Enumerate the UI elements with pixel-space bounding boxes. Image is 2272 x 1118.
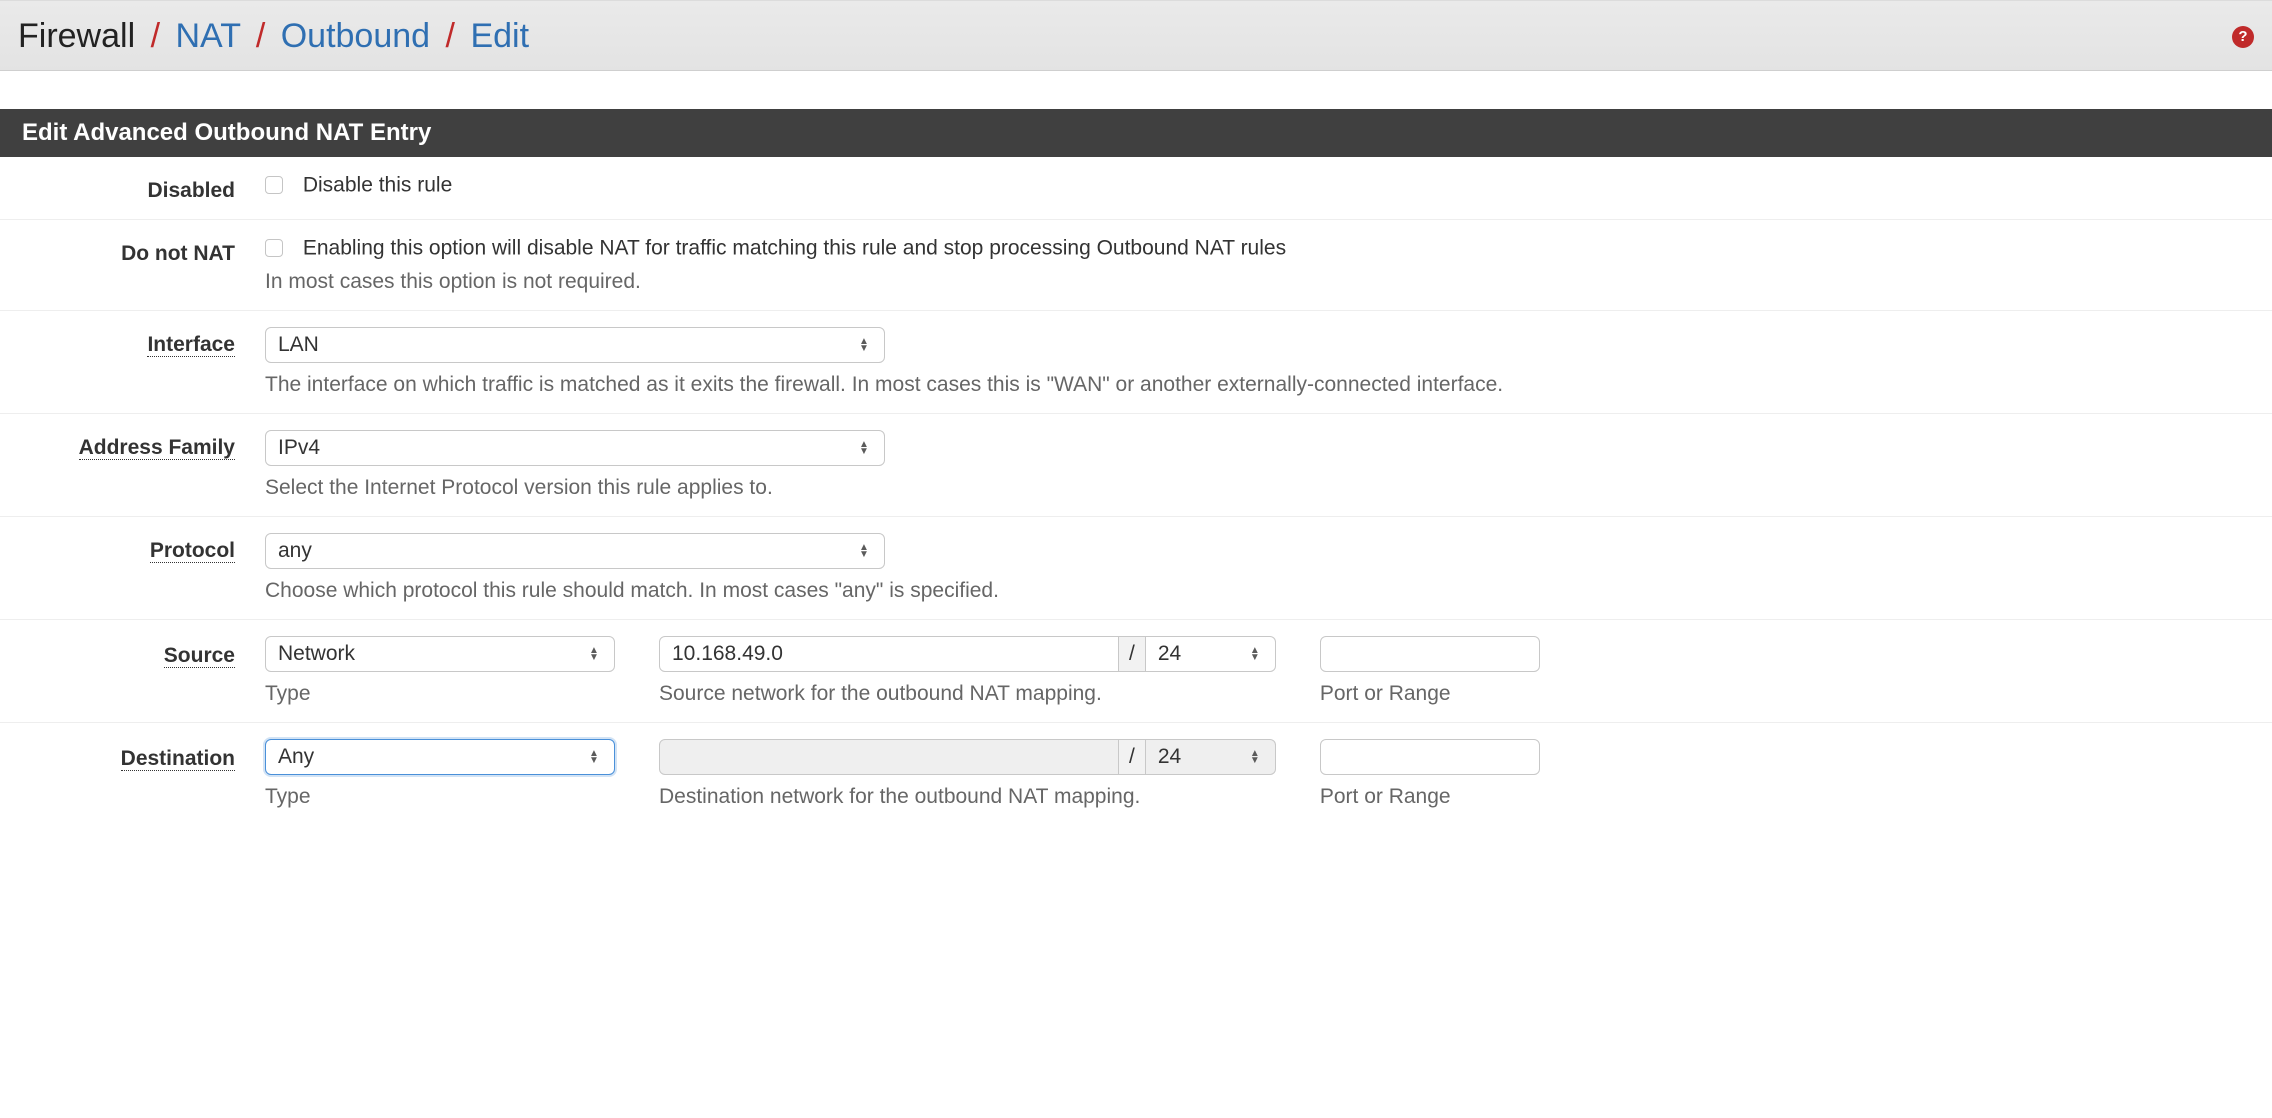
chevron-updown-icon: ▲▼	[856, 441, 872, 455]
select-address-family[interactable]: IPv4 ▲▼	[265, 430, 885, 466]
caption-destination-type: Type	[265, 785, 615, 809]
select-protocol-value: any	[278, 539, 312, 563]
select-source-mask[interactable]: 24 ▲▼	[1146, 636, 1276, 672]
row-disabled: Disabled Disable this rule	[0, 157, 2272, 220]
caption-source-port: Port or Range	[1320, 682, 1540, 706]
breadcrumb-edit[interactable]: Edit	[470, 17, 529, 55]
breadcrumb-sep: /	[250, 17, 271, 55]
input-source-port[interactable]	[1320, 636, 1540, 672]
caption-source-network: Source network for the outbound NAT mapp…	[659, 682, 1276, 706]
spacer	[0, 71, 2272, 109]
label-protocol: Protocol	[150, 539, 235, 563]
select-source-type[interactable]: Network ▲▼	[265, 636, 615, 672]
row-address-family: Address Family IPv4 ▲▼ Select the Intern…	[0, 414, 2272, 517]
help-icon[interactable]: ?	[2232, 26, 2254, 48]
breadcrumb-nat[interactable]: NAT	[175, 17, 240, 55]
input-destination-network	[659, 739, 1119, 775]
select-source-type-value: Network	[278, 642, 355, 666]
slash-addon: /	[1119, 739, 1146, 775]
checkbox-label-donat: Enabling this option will disable NAT fo…	[303, 236, 1286, 259]
help-donat: In most cases this option is not require…	[265, 270, 2248, 294]
chevron-updown-icon: ▲▼	[586, 750, 602, 764]
label-source: Source	[164, 644, 235, 668]
row-donat: Do not NAT Enabling this option will dis…	[0, 220, 2272, 311]
slash-addon: /	[1119, 636, 1146, 672]
select-destination-type-value: Any	[278, 745, 314, 769]
label-interface: Interface	[147, 333, 235, 357]
row-interface: Interface LAN ▲▼ The interface on which …	[0, 311, 2272, 414]
breadcrumb: Firewall / NAT / Outbound / Edit	[18, 17, 529, 56]
row-protocol: Protocol any ▲▼ Choose which protocol th…	[0, 517, 2272, 620]
page-header: Firewall / NAT / Outbound / Edit ?	[0, 0, 2272, 71]
label-destination: Destination	[121, 747, 235, 771]
destination-network-group: / 24 ▲▼	[659, 739, 1276, 775]
select-destination-type[interactable]: Any ▲▼	[265, 739, 615, 775]
checkbox-disable-rule[interactable]	[265, 176, 283, 194]
chevron-updown-icon: ▲▼	[856, 544, 872, 558]
select-interface[interactable]: LAN ▲▼	[265, 327, 885, 363]
chevron-updown-icon: ▲▼	[1247, 647, 1263, 661]
chevron-updown-icon: ▲▼	[856, 338, 872, 352]
label-donat: Do not NAT	[0, 236, 265, 266]
select-protocol[interactable]: any ▲▼	[265, 533, 885, 569]
caption-destination-network: Destination network for the outbound NAT…	[659, 785, 1276, 809]
select-destination-mask-value: 24	[1158, 745, 1181, 769]
help-address-family: Select the Internet Protocol version thi…	[265, 476, 2248, 500]
label-disabled: Disabled	[0, 173, 265, 203]
help-protocol: Choose which protocol this rule should m…	[265, 579, 2248, 603]
source-network-group: / 24 ▲▼	[659, 636, 1276, 672]
checkbox-label-disable-rule: Disable this rule	[303, 173, 452, 196]
checkbox-donat[interactable]	[265, 239, 283, 257]
select-address-family-value: IPv4	[278, 436, 320, 460]
chevron-updown-icon: ▲▼	[1247, 750, 1263, 764]
breadcrumb-outbound[interactable]: Outbound	[281, 17, 430, 55]
help-interface: The interface on which traffic is matche…	[265, 373, 2248, 397]
row-source: Source Network ▲▼ Type / 24 ▲▼ S	[0, 620, 2272, 723]
input-source-network[interactable]	[659, 636, 1119, 672]
breadcrumb-sep: /	[440, 17, 461, 55]
caption-destination-port: Port or Range	[1320, 785, 1540, 809]
help-icon-glyph: ?	[2238, 28, 2247, 45]
row-destination: Destination Any ▲▼ Type / 24 ▲▼	[0, 723, 2272, 825]
breadcrumb-root: Firewall	[18, 17, 135, 55]
caption-source-type: Type	[265, 682, 615, 706]
select-source-mask-value: 24	[1158, 642, 1181, 666]
select-interface-value: LAN	[278, 333, 319, 357]
panel-title: Edit Advanced Outbound NAT Entry	[0, 109, 2272, 157]
breadcrumb-sep: /	[145, 17, 166, 55]
chevron-updown-icon: ▲▼	[586, 647, 602, 661]
select-destination-mask[interactable]: 24 ▲▼	[1146, 739, 1276, 775]
input-destination-port[interactable]	[1320, 739, 1540, 775]
label-address-family: Address Family	[79, 436, 235, 460]
